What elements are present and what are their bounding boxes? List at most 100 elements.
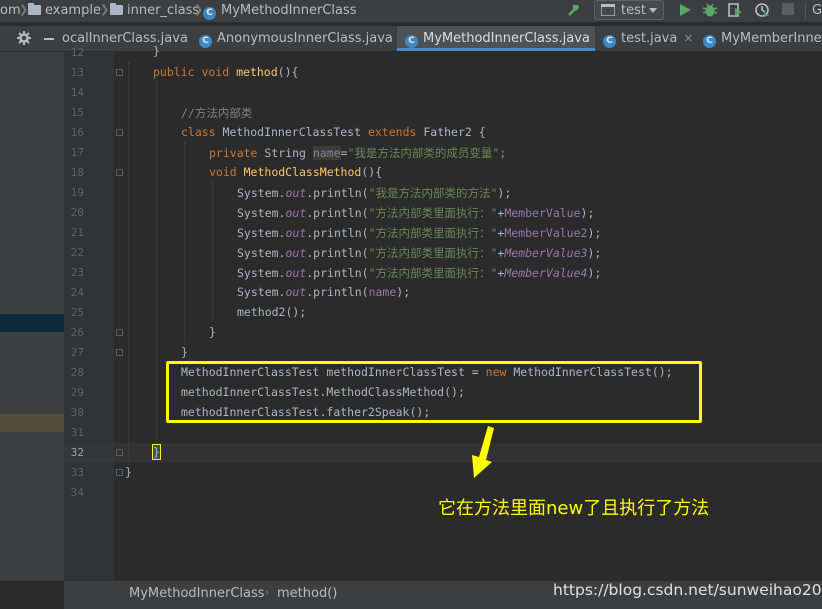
- line-number: 28: [70, 366, 84, 379]
- tab-test[interactable]: Ctest.java ×: [603, 26, 699, 51]
- toolbar-divider: [805, 2, 806, 20]
- current-line-highlight: [64, 443, 822, 463]
- breadcrumb-label: inner_class: [127, 3, 200, 18]
- line-number: 22: [70, 246, 84, 259]
- line-number: 18: [70, 166, 84, 179]
- project-selected-row[interactable]: [0, 314, 64, 332]
- code-line-19: System.out.println("我是方法内部类的方法");: [237, 186, 512, 200]
- gear-icon[interactable]: [17, 31, 31, 45]
- code-line-15: //方法内部类: [181, 106, 253, 120]
- code-line-12: }: [153, 44, 160, 58]
- run-config-label: test: [621, 3, 646, 18]
- code-line-26: }: [209, 325, 216, 339]
- fold-marker[interactable]: [116, 449, 123, 456]
- code-line-27: }: [181, 345, 188, 359]
- breadcrumb-item-class[interactable]: C MyMethodInnerClass: [203, 3, 357, 20]
- build-hammer-icon[interactable]: [566, 2, 582, 18]
- tab-my-method-inner-class[interactable]: CMyMethodInnerClass.java×: [397, 26, 595, 51]
- line-number: 14: [70, 86, 84, 99]
- indent-guide: [128, 62, 129, 462]
- code-line-25: method2();: [237, 305, 307, 319]
- line-number: 26: [70, 326, 84, 339]
- code-line-22: System.out.println("方法内部类里面执行："+MemberVa…: [237, 246, 602, 260]
- line-number: 15: [70, 106, 84, 119]
- annotation-arrow-icon: [472, 426, 494, 478]
- breadcrumb-separator: ❯: [19, 3, 29, 16]
- breadcrumb-item-com[interactable]: om: [0, 3, 21, 18]
- run-config-icon: [601, 4, 615, 16]
- watermark: https://blog.csdn.net/sunweihao2019: [553, 581, 822, 599]
- breadcrumb-separator: ❯: [100, 3, 110, 16]
- breadcrumb-item-inner-class[interactable]: inner_class: [110, 3, 199, 18]
- fold-marker[interactable]: [116, 129, 123, 136]
- line-number: 33: [70, 466, 84, 479]
- tab-anonymous-inner-class[interactable]: CAnonymousInnerClass.java×: [199, 26, 395, 51]
- class-icon: C: [405, 35, 418, 48]
- line-number: 27: [70, 346, 84, 359]
- code-line-16: class MethodInnerClassTest extends Fathe…: [181, 125, 486, 139]
- coverage-icon[interactable]: [727, 2, 743, 18]
- line-number: 25: [70, 306, 84, 319]
- folder-icon: [28, 3, 41, 15]
- line-number: 30: [70, 406, 84, 419]
- line-number: 31: [70, 426, 84, 439]
- matched-brace: }: [152, 444, 161, 460]
- line-number: 12: [70, 46, 84, 59]
- class-icon: C: [203, 7, 216, 20]
- line-number: 19: [70, 186, 84, 199]
- breadcrumb-item-example[interactable]: example: [28, 3, 101, 18]
- annotation-text: 它在方法里面new了且执行了方法: [438, 498, 710, 519]
- line-number: 21: [70, 226, 84, 239]
- navigation-bar: om ❯ example ❯ inner_class ❯ C MyMethodIn…: [0, 0, 822, 22]
- line-number: 20: [70, 206, 84, 219]
- run-icon[interactable]: [677, 2, 693, 18]
- editor-tabs: ocalInnerClass.java × C AnonymousInnerClas…: [0, 26, 822, 52]
- tab-my-member-inner-class[interactable]: C MyMemberInnerC: [703, 26, 822, 51]
- line-number: 24: [70, 286, 84, 299]
- code-line-21: System.out.println("方法内部类里面执行："+MemberVa…: [237, 226, 602, 240]
- class-icon: C: [703, 35, 716, 48]
- fold-marker[interactable]: [116, 349, 123, 356]
- fold-marker[interactable]: [116, 69, 123, 76]
- minimize-icon[interactable]: [44, 38, 54, 40]
- folder-icon: [110, 3, 123, 15]
- breadcrumb-class[interactable]: MyMethodInnerClass: [129, 586, 265, 601]
- breadcrumb-method[interactable]: method(): [277, 586, 337, 601]
- code-line-32: }: [152, 444, 161, 460]
- code-line-13: public void method(){: [153, 65, 299, 79]
- tab-label: MyMemberInnerC: [721, 31, 822, 46]
- profile-icon[interactable]: [754, 2, 770, 18]
- vcs-indicator[interactable]: G: [812, 3, 822, 18]
- close-icon[interactable]: ×: [683, 31, 693, 45]
- tab-label: test.java: [621, 31, 678, 46]
- stop-icon[interactable]: [782, 3, 794, 15]
- fold-marker[interactable]: [116, 329, 123, 336]
- breadcrumb-separator: ›: [265, 586, 270, 599]
- indent-guide: [156, 82, 157, 442]
- breadcrumb-label: MyMethodInnerClass: [221, 3, 357, 18]
- line-number: 16: [70, 126, 84, 139]
- line-number: 32: [70, 446, 84, 459]
- project-highlighted-row[interactable]: [0, 414, 64, 432]
- line-number: 17: [70, 146, 84, 159]
- code-line-24: System.out.println(name);: [237, 285, 411, 299]
- code-line-17: private String name="我是方法内部类的成员变量";: [209, 146, 507, 160]
- line-number: 13: [70, 66, 84, 79]
- fold-marker[interactable]: [116, 169, 123, 176]
- debug-icon[interactable]: [702, 2, 718, 18]
- line-number: 34: [70, 486, 84, 499]
- line-number: 23: [70, 266, 84, 279]
- tab-label: MyMethodInnerClass.java: [423, 31, 590, 46]
- annotation-highlight-box: [166, 361, 702, 423]
- run-configuration-select[interactable]: test: [594, 0, 664, 20]
- code-line-33: }: [125, 465, 132, 479]
- fold-marker[interactable]: [116, 469, 123, 476]
- code-line-18: void MethodClassMethod(){: [209, 165, 383, 179]
- line-number: 29: [70, 386, 84, 399]
- indent-guide: [184, 142, 185, 342]
- code-line-23: System.out.println("方法内部类里面执行："+MemberVa…: [237, 266, 602, 280]
- tab-label: AnonymousInnerClass.java: [217, 31, 393, 46]
- class-icon: C: [199, 35, 212, 48]
- chevron-down-icon: [649, 8, 657, 13]
- code-line-20: System.out.println("方法内部类里面执行："+MemberVa…: [237, 206, 595, 220]
